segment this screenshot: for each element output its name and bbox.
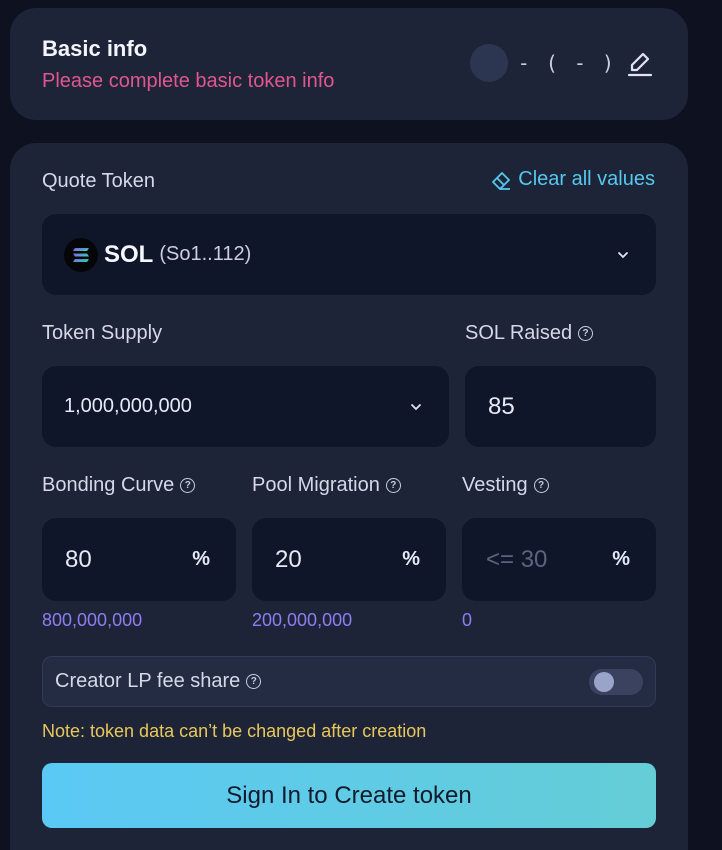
pool-migration-label: Pool Migration ? <box>252 474 401 497</box>
sign-in-create-token-button[interactable]: Sign In to Create token <box>42 763 656 828</box>
solana-logo-icon <box>64 237 98 272</box>
sol-raised-help-icon[interactable]: ? <box>578 326 594 341</box>
quote-token-select[interactable]: SOL (So1..112) <box>42 214 656 295</box>
pool-migration-label-text: Pool Migration <box>252 474 380 496</box>
percent-suffix: % <box>402 548 420 570</box>
creation-note: Note: token data can’t be changed after … <box>42 721 427 741</box>
vesting-amount: 0 <box>462 610 473 630</box>
bonding-curve-label: Bonding Curve ? <box>42 474 196 497</box>
basic-info-title: Basic info <box>42 36 148 61</box>
bonding-curve-input[interactable]: 80 % <box>42 518 236 601</box>
pool-migration-value: 20 <box>275 545 302 573</box>
clear-all-values-button[interactable]: Clear all values <box>490 168 655 191</box>
quote-token-label: Quote Token <box>42 170 155 193</box>
creator-lp-fee-share-row: Creator LP fee share ? <box>42 656 656 707</box>
token-supply-label-text: Token Supply <box>42 322 163 344</box>
pool-migration-amount: 200,000,000 <box>252 610 353 630</box>
sol-raised-value: 85 <box>488 392 515 420</box>
creator-lp-fee-share-label-text: Creator LP fee share <box>55 670 241 692</box>
toggle-knob <box>594 672 614 692</box>
bonding-curve-help-icon[interactable]: ? <box>180 478 196 493</box>
quote-token-symbol: SOL <box>104 240 154 268</box>
bonding-curve-value: 80 <box>65 545 92 573</box>
token-supply-value: 1,000,000,000 <box>64 395 192 417</box>
pool-migration-help-icon[interactable]: ? <box>385 478 401 493</box>
quote-token-label-text: Quote Token <box>42 170 156 192</box>
token-preview: - ( - ) <box>469 44 654 82</box>
pool-migration-input[interactable]: 20 % <box>252 518 446 601</box>
vesting-help-icon[interactable]: ? <box>533 478 549 493</box>
sol-raised-label-text: SOL Raised <box>465 322 573 344</box>
basic-info-warning: Please complete basic token info <box>42 70 335 92</box>
clear-all-values-label: Clear all values <box>518 168 655 190</box>
chevron-down-icon <box>618 251 628 258</box>
basic-info-card: Basic info Please complete basic token i… <box>10 8 688 120</box>
edit-pencil-icon[interactable] <box>626 49 654 77</box>
token-name-symbol-preview: - ( - ) <box>517 51 616 75</box>
bonding-curve-label-text: Bonding Curve <box>42 474 175 496</box>
creator-lp-fee-share-label: Creator LP fee share ? <box>55 670 262 693</box>
token-supply-label: Token Supply <box>42 322 162 345</box>
percent-suffix: % <box>192 548 210 570</box>
sol-raised-input[interactable]: 85 <box>465 366 656 447</box>
creator-lp-help-icon[interactable]: ? <box>246 674 262 689</box>
vesting-label-text: Vesting <box>462 474 528 496</box>
percent-suffix: % <box>612 548 630 570</box>
token-supply-select[interactable]: 1,000,000,000 <box>42 366 449 447</box>
vesting-input[interactable]: <= 30 % <box>462 518 656 601</box>
bonding-curve-amount: 800,000,000 <box>42 610 143 630</box>
token-avatar-placeholder <box>469 44 508 82</box>
vesting-placeholder: <= 30 <box>486 545 548 573</box>
sol-raised-label: SOL Raised ? <box>465 322 594 345</box>
eraser-icon <box>492 171 511 190</box>
chevron-down-icon <box>411 403 421 410</box>
creator-lp-fee-share-toggle[interactable] <box>589 669 643 695</box>
quote-token-address: (So1..112) <box>159 243 252 265</box>
vesting-label: Vesting ? <box>462 474 549 497</box>
token-config-card: Quote Token Clear all values SOL (So1..1… <box>10 143 688 850</box>
solana-bars-icon <box>73 247 89 262</box>
